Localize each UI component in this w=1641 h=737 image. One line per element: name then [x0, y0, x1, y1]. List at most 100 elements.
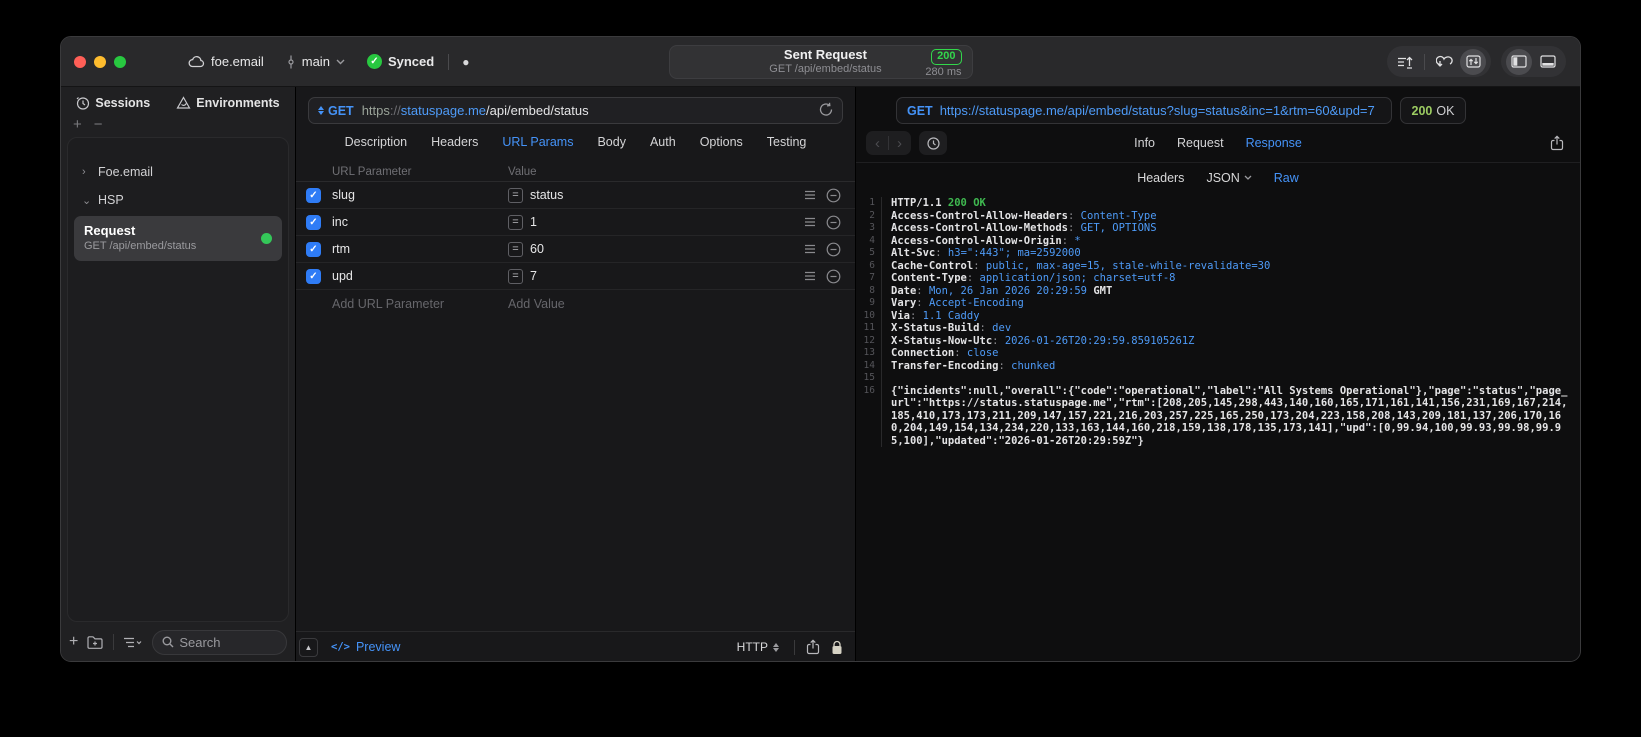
tab-url-params[interactable]: URL Params — [502, 135, 573, 149]
traffic-lights — [74, 55, 126, 68]
tab-sessions[interactable]: Sessions — [76, 96, 150, 110]
export-response-button[interactable] — [1550, 135, 1570, 151]
zoom-window-button[interactable] — [114, 55, 126, 68]
tab-request[interactable]: Request — [1177, 136, 1224, 150]
column-header-value: Value — [508, 165, 537, 178]
import-export-button[interactable] — [1392, 49, 1418, 75]
subtab-json[interactable]: JSON — [1206, 171, 1252, 185]
param-name-input[interactable]: upd — [332, 269, 508, 283]
preview-button[interactable]: </> Preview — [331, 640, 400, 654]
method-stepper-icon[interactable] — [318, 106, 324, 115]
row-menu-button[interactable] — [804, 244, 816, 254]
boxed-arrows-icon — [1465, 55, 1481, 68]
request-url[interactable]: https://statuspage.me/api/embed/status — [362, 103, 589, 118]
add-value-button[interactable]: Add Value — [508, 297, 797, 311]
close-window-button[interactable] — [74, 55, 86, 68]
duration-label: 280 ms — [925, 65, 962, 78]
param-checkbox[interactable]: ✓ — [306, 214, 321, 230]
toggle-bottom-panel-button[interactable] — [1535, 49, 1561, 75]
add-param-button[interactable]: Add URL Parameter — [332, 297, 508, 311]
send-request-button[interactable] — [819, 102, 833, 120]
code-line: 5 Alt-Svc: h3=":443"; ma=2592000 — [856, 247, 1580, 260]
remove-row-button[interactable] — [826, 188, 841, 203]
cloud-icon — [188, 56, 205, 68]
request-pane: GET https://statuspage.me/api/embed/stat… — [296, 87, 856, 661]
tab-testing[interactable]: Testing — [767, 135, 807, 149]
remove-session-button[interactable]: − — [94, 117, 103, 135]
sidebar-footer: + Search — [61, 622, 295, 661]
code-line: 3 Access-Control-Allow-Methods: GET, OPTI… — [856, 222, 1580, 235]
subtab-raw[interactable]: Raw — [1274, 171, 1299, 185]
param-name-input[interactable]: inc — [332, 215, 508, 229]
collapse-icon: ▲ — [304, 642, 313, 652]
history-back-button[interactable]: ‹ — [875, 135, 880, 152]
toggle-sidebar-button[interactable] — [1506, 48, 1532, 75]
request-item-selected[interactable]: Request GET /api/embed/status — [74, 216, 282, 261]
sync-status[interactable]: ✓ Synced — [366, 54, 434, 69]
tab-info[interactable]: Info — [1134, 136, 1155, 150]
remove-row-button[interactable] — [826, 269, 841, 284]
code-line: 12 X-Status-Now-Utc: 2026-01-26T20:29:59.… — [856, 334, 1580, 347]
tab-options[interactable]: Options — [700, 135, 743, 149]
project-menu[interactable]: foe.email — [188, 54, 264, 69]
loop-arrow-down-icon — [1435, 55, 1453, 67]
minimize-window-button[interactable] — [94, 55, 106, 68]
add-param-row: Add URL Parameter Add Value — [296, 290, 855, 317]
sent-request-title: Sent Request — [783, 47, 867, 63]
param-value-input[interactable]: status — [530, 188, 563, 202]
history-forward-button[interactable]: › — [897, 135, 902, 152]
param-checkbox[interactable]: ✓ — [306, 268, 321, 284]
param-value-input[interactable]: 60 — [530, 242, 544, 256]
param-value-input[interactable]: 7 — [530, 269, 537, 283]
history-button[interactable] — [919, 131, 947, 155]
tree-group-foe-email[interactable]: › Foe.email — [68, 158, 288, 186]
code-line: 7 Content-Type: application/json; charset… — [856, 272, 1580, 285]
send-receive-button[interactable] — [1460, 48, 1486, 75]
tab-auth[interactable]: Auth — [650, 135, 676, 149]
sent-request-summary[interactable]: Sent Request GET /api/embed/status 200 2… — [668, 45, 973, 79]
tab-response[interactable]: Response — [1246, 136, 1302, 150]
code-line: 16 {"incidents":null,"overall":{"code":"o… — [856, 384, 1580, 447]
param-checkbox[interactable]: ✓ — [306, 241, 321, 257]
tab-headers[interactable]: Headers — [431, 135, 478, 149]
collapse-panel-button[interactable]: ▲ — [299, 637, 318, 657]
line-content: X-Status-Now-Utc: 2026-01-26T20:29:59.85… — [891, 334, 1195, 347]
row-menu-button[interactable] — [804, 271, 816, 281]
param-name-input[interactable]: rtm — [332, 242, 508, 256]
search-input[interactable]: Search — [152, 629, 287, 655]
response-code[interactable]: 1 HTTP/1.1 200 OK 2 Access-Control-Allow-He… — [856, 192, 1580, 661]
response-url-bar[interactable]: GET https://statuspage.me/api/embed/stat… — [896, 97, 1392, 124]
tree-group-hsp[interactable]: ⌄ HSP — [68, 186, 288, 214]
new-folder-button[interactable] — [87, 635, 104, 649]
request-url-bar[interactable]: GET https://statuspage.me/api/embed/stat… — [308, 97, 843, 124]
remove-row-button[interactable] — [826, 242, 841, 257]
sync-pull-button[interactable] — [1431, 49, 1457, 75]
param-checkbox[interactable]: ✓ — [306, 187, 321, 203]
remove-row-button[interactable] — [826, 215, 841, 230]
line-content: Connection: close — [891, 347, 999, 359]
tab-environments[interactable]: Environments — [176, 96, 280, 110]
branch-menu[interactable]: main — [286, 54, 345, 69]
param-name-input[interactable]: slug — [332, 188, 508, 202]
subtab-headers[interactable]: Headers — [1137, 171, 1184, 185]
param-value-input[interactable]: 1 — [530, 215, 537, 229]
protocol-select[interactable]: HTTP — [737, 640, 783, 654]
line-content: Vary: Accept-Encoding — [891, 297, 1024, 309]
share-button[interactable] — [806, 639, 820, 655]
row-menu-button[interactable] — [804, 217, 816, 227]
sort-list-button[interactable] — [123, 636, 143, 649]
code-line: 2 Access-Control-Allow-Headers: Content-T… — [856, 209, 1580, 222]
row-menu-button[interactable] — [804, 190, 816, 200]
param-row: ✓ rtm = 60 — [296, 236, 855, 263]
tab-body[interactable]: Body — [597, 135, 626, 149]
line-content — [882, 372, 1580, 385]
equals-icon: = — [508, 187, 523, 203]
request-method[interactable]: GET — [328, 104, 354, 118]
add-session-button[interactable]: + — [73, 117, 82, 135]
tab-description[interactable]: Description — [345, 135, 408, 149]
response-pane: GET https://statuspage.me/api/embed/stat… — [856, 87, 1580, 661]
line-number: 14 — [856, 359, 882, 372]
add-request-button[interactable]: + — [69, 633, 78, 651]
param-row: ✓ inc = 1 — [296, 209, 855, 236]
left-panel-icon — [1511, 55, 1527, 68]
